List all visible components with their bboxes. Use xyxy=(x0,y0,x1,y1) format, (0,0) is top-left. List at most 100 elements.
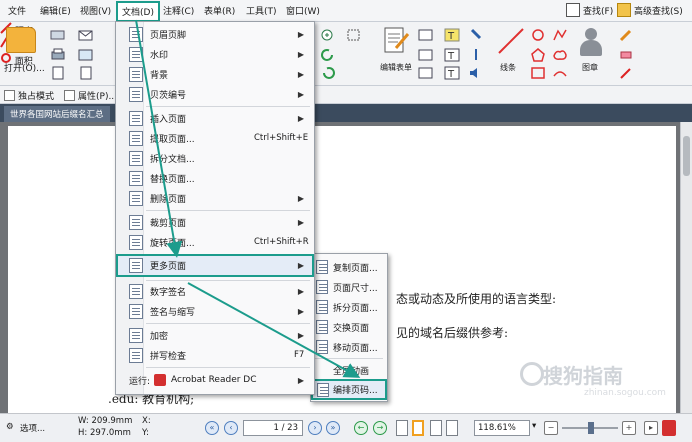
edit-form-icon[interactable] xyxy=(382,26,410,56)
menu-rotate-pages[interactable]: 旋转页面... Ctrl+Shift+R xyxy=(116,232,314,252)
menu-edit[interactable]: 编辑(E) xyxy=(40,4,71,17)
menu-window[interactable]: 窗口(W) xyxy=(286,4,320,17)
forward-icon[interactable]: → xyxy=(373,421,387,435)
list-box-icon[interactable] xyxy=(418,48,434,62)
text-field-icon[interactable] xyxy=(418,28,434,42)
submenu-split-page[interactable]: 拆分页面... xyxy=(311,297,387,317)
continuous-facing-view-icon[interactable] xyxy=(446,420,458,436)
stamp-icon[interactable] xyxy=(578,28,604,58)
line-tool-icon[interactable] xyxy=(496,26,526,56)
menu-spell-check[interactable]: 拼写检查 F7 xyxy=(116,345,314,365)
polygon-shape-icon[interactable] xyxy=(530,48,546,62)
chevron-down-icon[interactable]: ▾ xyxy=(532,421,536,431)
pdf-icon[interactable] xyxy=(662,420,676,436)
watermark-text: 搜狗指南 xyxy=(543,364,623,388)
menu-more-pages[interactable]: 更多页面 ▶ xyxy=(116,254,314,277)
document-icon[interactable] xyxy=(50,66,66,80)
menu-file[interactable]: 文件 xyxy=(8,4,26,17)
next-page-icon[interactable]: › xyxy=(308,421,322,435)
menu-tools[interactable]: 工具(T) xyxy=(246,4,277,17)
insert-pages-icon xyxy=(129,110,143,126)
scan-icon[interactable] xyxy=(50,28,66,42)
lines-label[interactable]: 线条 xyxy=(500,62,516,73)
menu-digital-signature[interactable]: 数字签名 ▶ xyxy=(116,281,314,301)
new-doc-icon[interactable] xyxy=(78,66,94,80)
menu-document[interactable]: 文档(D) xyxy=(116,1,160,22)
menu-extract-pages[interactable]: 提取页面... Ctrl+Shift+E xyxy=(116,128,314,148)
combo-box-icon[interactable] xyxy=(418,66,434,80)
stamp-label[interactable]: 图章 xyxy=(582,62,598,73)
back-icon[interactable]: ← xyxy=(354,421,368,435)
callout-icon[interactable]: T xyxy=(444,66,460,80)
chevron-right-icon: ▶ xyxy=(297,217,304,227)
menu-form[interactable]: 表单(R) xyxy=(204,4,235,17)
rectangle-shape-icon[interactable] xyxy=(530,66,546,80)
zoom-select[interactable]: 118.61% xyxy=(474,420,530,436)
continuous-view-icon[interactable] xyxy=(412,420,424,436)
rotate-left-icon[interactable] xyxy=(320,48,336,62)
select-icon[interactable] xyxy=(346,28,362,42)
edit-form-label[interactable]: 编辑表单 xyxy=(380,62,412,73)
menu-insert-pages[interactable]: 插入页面 ▶ xyxy=(116,108,314,128)
page-number-input[interactable]: 1 / 23 xyxy=(243,420,303,436)
find-button[interactable]: 查找(F) xyxy=(566,3,613,17)
sound-icon[interactable] xyxy=(468,66,484,80)
menu-encrypt[interactable]: 加密 ▶ xyxy=(116,325,314,345)
document-menu-dropdown: 页眉页脚 ▶ 水印 ▶ 背景 ▶ 贝茨编号 ▶ 插入页面 ▶ 提取页面... C… xyxy=(115,21,315,395)
submenu-swap-pages[interactable]: 交换页面 xyxy=(311,317,387,337)
advanced-find-button[interactable]: 高级查找(S) xyxy=(617,3,683,17)
menu-comment[interactable]: 注释(C) xyxy=(163,4,194,17)
menu-delete-pages[interactable]: 删除页面 ▶ xyxy=(116,188,314,208)
rotate-right-icon[interactable] xyxy=(320,66,336,80)
circle-shape-icon[interactable] xyxy=(530,28,546,42)
menu-run-with[interactable]: 运行: Acrobat Reader DC ▶ xyxy=(116,370,314,390)
gear-icon[interactable]: ⚙ xyxy=(6,422,14,432)
zoom-out-icon[interactable]: − xyxy=(544,421,558,435)
pencil-shape-icon[interactable] xyxy=(552,66,568,80)
textbox-icon[interactable]: T xyxy=(444,48,460,62)
menu-crop-pages[interactable]: 裁剪页面 ▶ xyxy=(116,212,314,232)
submenu-copy-pages[interactable]: 复制页面... xyxy=(311,257,387,277)
highlight-pen-icon[interactable] xyxy=(618,28,634,42)
facing-view-icon[interactable] xyxy=(430,420,442,436)
single-page-view-icon[interactable] xyxy=(396,420,408,436)
menu-split-document[interactable]: 拆分文档... xyxy=(116,148,314,168)
cloud-shape-icon[interactable] xyxy=(552,48,568,62)
typewriter-icon[interactable]: T xyxy=(444,28,460,42)
open-folder-icon[interactable] xyxy=(6,27,36,53)
zoom-in-status-icon[interactable]: + xyxy=(622,421,636,435)
vertical-scrollbar[interactable] xyxy=(680,122,692,413)
last-page-icon[interactable]: » xyxy=(326,421,340,435)
zoom-in-icon[interactable] xyxy=(320,28,336,42)
menu-sign-initials[interactable]: 签名与缩写 ▶ xyxy=(116,301,314,321)
submenu-page-size[interactable]: 页面尺寸... xyxy=(311,277,387,297)
eraser-icon[interactable] xyxy=(618,48,634,62)
prev-page-icon[interactable]: ‹ xyxy=(224,421,238,435)
exclusive-mode-button[interactable]: 独占模式 xyxy=(4,89,54,102)
menu-header-footer[interactable]: 页眉页脚 ▶ xyxy=(116,24,314,44)
print-icon[interactable] xyxy=(50,48,66,62)
submenu-number-pages[interactable]: 编排页码... xyxy=(311,379,387,400)
attachment-icon[interactable] xyxy=(468,48,484,62)
menu-background[interactable]: 背景 ▶ xyxy=(116,64,314,84)
split-document-icon xyxy=(129,150,143,166)
pin-icon[interactable] xyxy=(468,28,484,42)
open-button-label[interactable]: 打开(O)... xyxy=(4,61,45,74)
image-icon[interactable] xyxy=(78,48,94,62)
submenu-move-pages[interactable]: 移动页面... xyxy=(311,337,387,357)
menu-watermark[interactable]: 水印 ▶ xyxy=(116,44,314,64)
menu-bates-numbering[interactable]: 贝茨编号 ▶ xyxy=(116,84,314,104)
submenu-fullscreen-animation[interactable]: 全屏动画 xyxy=(311,360,387,380)
properties-button[interactable]: 属性(P)... xyxy=(64,89,117,102)
polyline-icon[interactable] xyxy=(552,28,568,42)
fit-icon[interactable]: ▸ xyxy=(644,421,658,435)
first-page-icon[interactable]: « xyxy=(205,421,219,435)
menu-view[interactable]: 视图(V) xyxy=(80,4,111,17)
scrollbar-thumb[interactable] xyxy=(683,136,690,176)
email-icon[interactable] xyxy=(78,28,94,42)
document-tab[interactable]: 世界各国网站后缀名汇总 xyxy=(4,106,110,122)
menu-replace-pages[interactable]: 替换页面... xyxy=(116,168,314,188)
zoom-slider-thumb[interactable] xyxy=(588,422,594,434)
options-button[interactable]: 选项... xyxy=(20,422,45,434)
pencil-icon[interactable] xyxy=(618,66,634,80)
